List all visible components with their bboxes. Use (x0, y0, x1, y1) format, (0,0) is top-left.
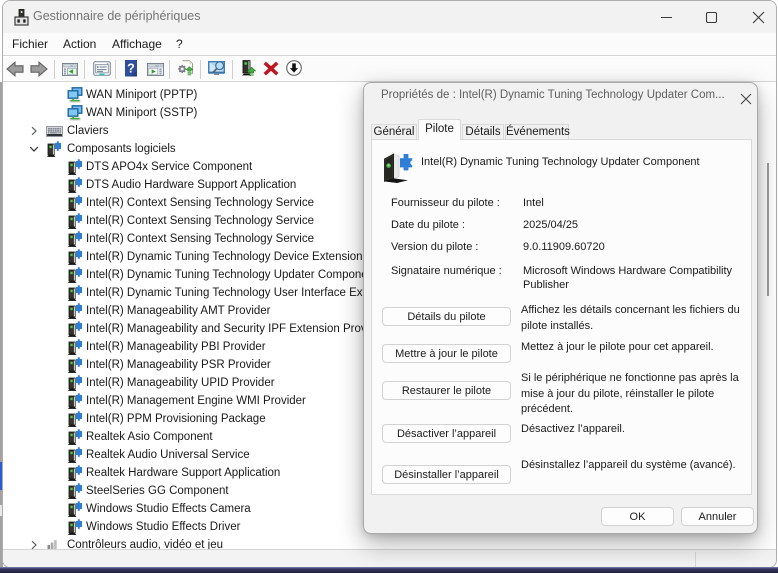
svg-text:?: ? (127, 62, 135, 76)
